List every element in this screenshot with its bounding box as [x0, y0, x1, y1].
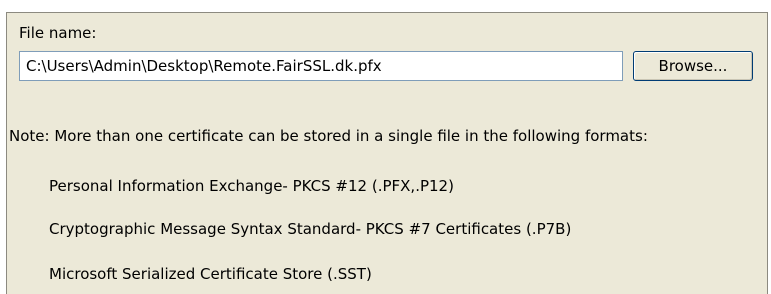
format-item-sst: Microsoft Serialized Certificate Store (… — [49, 265, 372, 283]
file-name-label: File name: — [19, 24, 97, 42]
format-item-pfx: Personal Information Exchange- PKCS #12 … — [49, 177, 454, 195]
file-name-input[interactable] — [19, 51, 623, 81]
partially-visible-header — [0, 0, 771, 12]
formats-note: Note: More than one certificate can be s… — [9, 127, 648, 145]
format-item-p7b: Cryptographic Message Syntax Standard- P… — [49, 220, 572, 238]
browse-button[interactable]: Browse... — [633, 51, 753, 81]
file-to-import-panel: File name: Browse... Note: More than one… — [6, 12, 768, 294]
